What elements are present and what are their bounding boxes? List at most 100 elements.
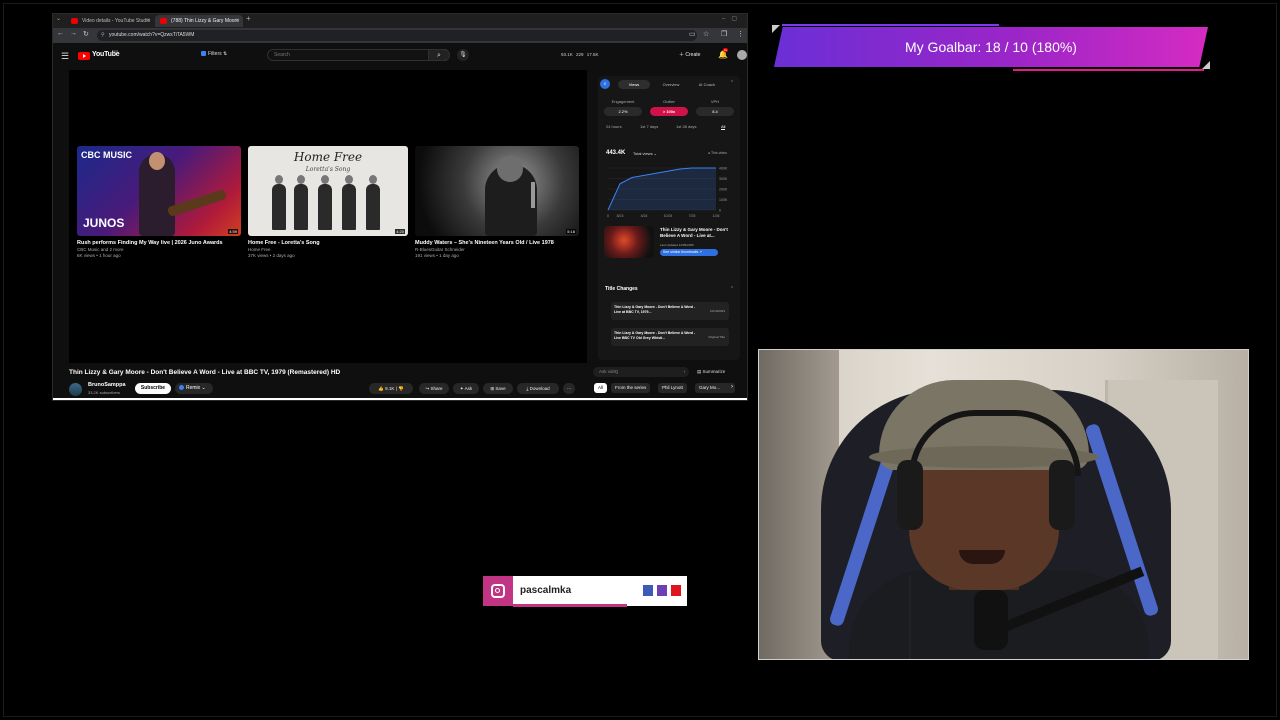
headphone-ear [897, 460, 923, 530]
video-player[interactable]: CBC MUSIC JUNOS 4:59 Rush performs Findi… [69, 70, 587, 363]
range-all[interactable]: All [721, 124, 726, 130]
search-icon[interactable]: ⌕ [428, 49, 450, 61]
duration-badge: 5:18 [566, 229, 576, 234]
thumbnail-overlay-text: JUNOS [83, 216, 125, 230]
end-card-1[interactable]: CBC MUSIC JUNOS 4:59 Rush performs Findi… [77, 146, 241, 259]
goal-bar-text: My Goalbar: 18 / 10 (180%) [905, 39, 1077, 55]
y-tick-label: 200K [719, 188, 728, 192]
engagement-label: Engagement [611, 99, 635, 104]
ask-vidiq-input[interactable]: Ask vidIQ › [593, 367, 689, 377]
filters-label: Filters [208, 51, 222, 57]
singer-figure [139, 152, 175, 236]
end-card-2[interactable]: Home Free Loretta's Song 4:20 Home Free … [248, 146, 408, 259]
range-first-7-days[interactable]: 1st 7 days [640, 124, 658, 129]
cast-icon[interactable]: ▭ [689, 30, 696, 38]
tab-ai-coach[interactable]: AI Coach [690, 80, 724, 89]
chip-gary-moore[interactable]: Gary Mo... [695, 383, 735, 393]
back-icon[interactable]: ← [57, 30, 64, 37]
forward-icon[interactable]: → [70, 30, 77, 37]
end-card-thumbnail: 5:18 [415, 146, 579, 236]
summarize-label: Summarize [702, 369, 726, 374]
title-change-item[interactable]: Thin Lizzy & Gary Moore - Don't Believe … [611, 302, 729, 320]
tab-video-details[interactable]: Video details - YouTube Studio × [66, 15, 154, 27]
chip-from-series[interactable]: From the series [611, 383, 651, 393]
title-change-item[interactable]: Thin Lizzy & Gary Moore - Don't Believe … [611, 328, 729, 346]
microphone-icon[interactable]: 🎙 [457, 49, 469, 61]
microphone [974, 590, 1008, 650]
extensions-icon[interactable]: ❒ [721, 30, 727, 38]
subscribe-button[interactable]: Subscribe [135, 383, 171, 394]
vph-label: VPH [710, 99, 720, 104]
channel-row: BrunoSamppa 33.2K subscribers Subscribe … [69, 381, 579, 397]
save-button[interactable]: ⊞ Save [483, 383, 513, 394]
range-24-hours[interactable]: 24 hours [606, 124, 622, 129]
end-card-3[interactable]: 5:18 Muddy Waters – She's Nineteen Years… [415, 146, 579, 259]
download-button[interactable]: ⤓ Download [517, 383, 559, 394]
collapse-icon[interactable]: ⌃ [730, 286, 734, 292]
end-card-meta: 191 views • 1 day ago [415, 253, 459, 258]
band-member [294, 175, 308, 230]
end-card-title: Muddy Waters – She's Nineteen Years Old … [415, 240, 554, 246]
bookmark-star-icon[interactable]: ☆ [703, 30, 709, 38]
chart-marks [607, 167, 716, 211]
channel-name[interactable]: BrunoSamppa [88, 382, 126, 388]
tab-overview[interactable]: Overview [654, 80, 688, 89]
chip-phil-lynott[interactable]: Phil Lynott [658, 383, 687, 393]
legend-label: This video [711, 151, 727, 155]
like-dislike-button[interactable]: 👍 9.1K | 👎 [369, 383, 413, 394]
send-icon[interactable]: › [684, 367, 686, 377]
channel-avatar[interactable] [69, 383, 82, 396]
goal-bar-accent-line [1013, 69, 1204, 71]
remix-label: Remix [186, 385, 201, 391]
thumbnail-brand: Home Free [293, 150, 363, 164]
youtube-favicon-icon [160, 18, 167, 24]
tab-current-video[interactable]: (788) Thin Lizzy & Gary Moore × [155, 15, 243, 27]
headphone-cable [909, 575, 911, 659]
streamer-mouth [959, 550, 1005, 564]
related-thumbnail-card[interactable]: Thin Lizzy & Gary Moore - Don't Believe … [604, 226, 734, 262]
similar-thumbnails-button[interactable]: See similar thumbnails ↗ [660, 249, 718, 256]
filters-button[interactable]: Filters ⇅ [201, 51, 227, 57]
share-button[interactable]: ↪ Share [419, 383, 449, 394]
channel-stats[interactable]: 93.1K 229 17.5K [561, 52, 599, 57]
more-actions-icon[interactable]: ⋯ [563, 383, 575, 394]
window-controls[interactable]: –▢ [722, 15, 743, 22]
remix-button[interactable]: Remix ⌄ [175, 383, 213, 394]
site-info-icon[interactable]: ⚲ [101, 30, 105, 41]
related-date: Last Updated 12/09/2025 [660, 243, 694, 247]
chevron-right-icon[interactable]: › [731, 384, 733, 390]
account-avatar[interactable] [737, 50, 747, 60]
tab-search-icon[interactable]: ⌄ [56, 15, 61, 22]
collapse-icon[interactable]: ⌃ [730, 80, 734, 86]
reload-icon[interactable]: ↻ [83, 30, 89, 38]
search-input[interactable]: Search [267, 49, 447, 61]
youtube-favicon-icon [71, 18, 78, 24]
headphone-ear [1049, 460, 1075, 530]
summarize-button[interactable]: ▤ Summarize [697, 369, 725, 375]
close-tab-icon[interactable]: × [235, 15, 239, 27]
related-title: Thin Lizzy & Gary Moore - Don't Believe … [660, 227, 728, 238]
band-member [342, 175, 356, 230]
end-card-meta: 37K views • 2 days ago [248, 253, 295, 258]
create-label: Create [685, 52, 701, 58]
notifications-bell-icon[interactable]: 🔔 9+ [718, 48, 729, 59]
chip-all[interactable]: All [594, 383, 608, 393]
close-tab-icon[interactable]: × [146, 15, 150, 27]
y-tick-label: 0 [719, 209, 721, 213]
total-views-dropdown[interactable]: Total views ⌄ [633, 151, 657, 156]
browser-menu-icon[interactable]: ⋮ [737, 30, 744, 38]
tab-views[interactable]: Views [618, 80, 650, 89]
hamburger-menu-icon[interactable]: ☰ [61, 51, 69, 62]
ask-button[interactable]: ✦ Ask [453, 383, 479, 394]
range-first-28-days[interactable]: 1st 28 days [676, 124, 696, 129]
chart-x-ticks: 0 8/23 4/24 10/24 7/25 1/26 [607, 214, 719, 218]
x-tick-label: 10/24 [664, 214, 673, 218]
create-button[interactable]: ＋ Create [679, 51, 700, 58]
duration-badge: 4:20 [395, 229, 405, 234]
new-tab-icon[interactable]: + [246, 14, 251, 23]
country-code: CA [114, 49, 119, 53]
like-count: 9.1K [385, 386, 395, 391]
y-tick-label: 300K [719, 177, 728, 181]
url-input[interactable]: ⚲ youtube.com/watch?v=QzwsTiTA5WM [97, 30, 697, 41]
x-tick-label: 4/24 [641, 214, 648, 218]
